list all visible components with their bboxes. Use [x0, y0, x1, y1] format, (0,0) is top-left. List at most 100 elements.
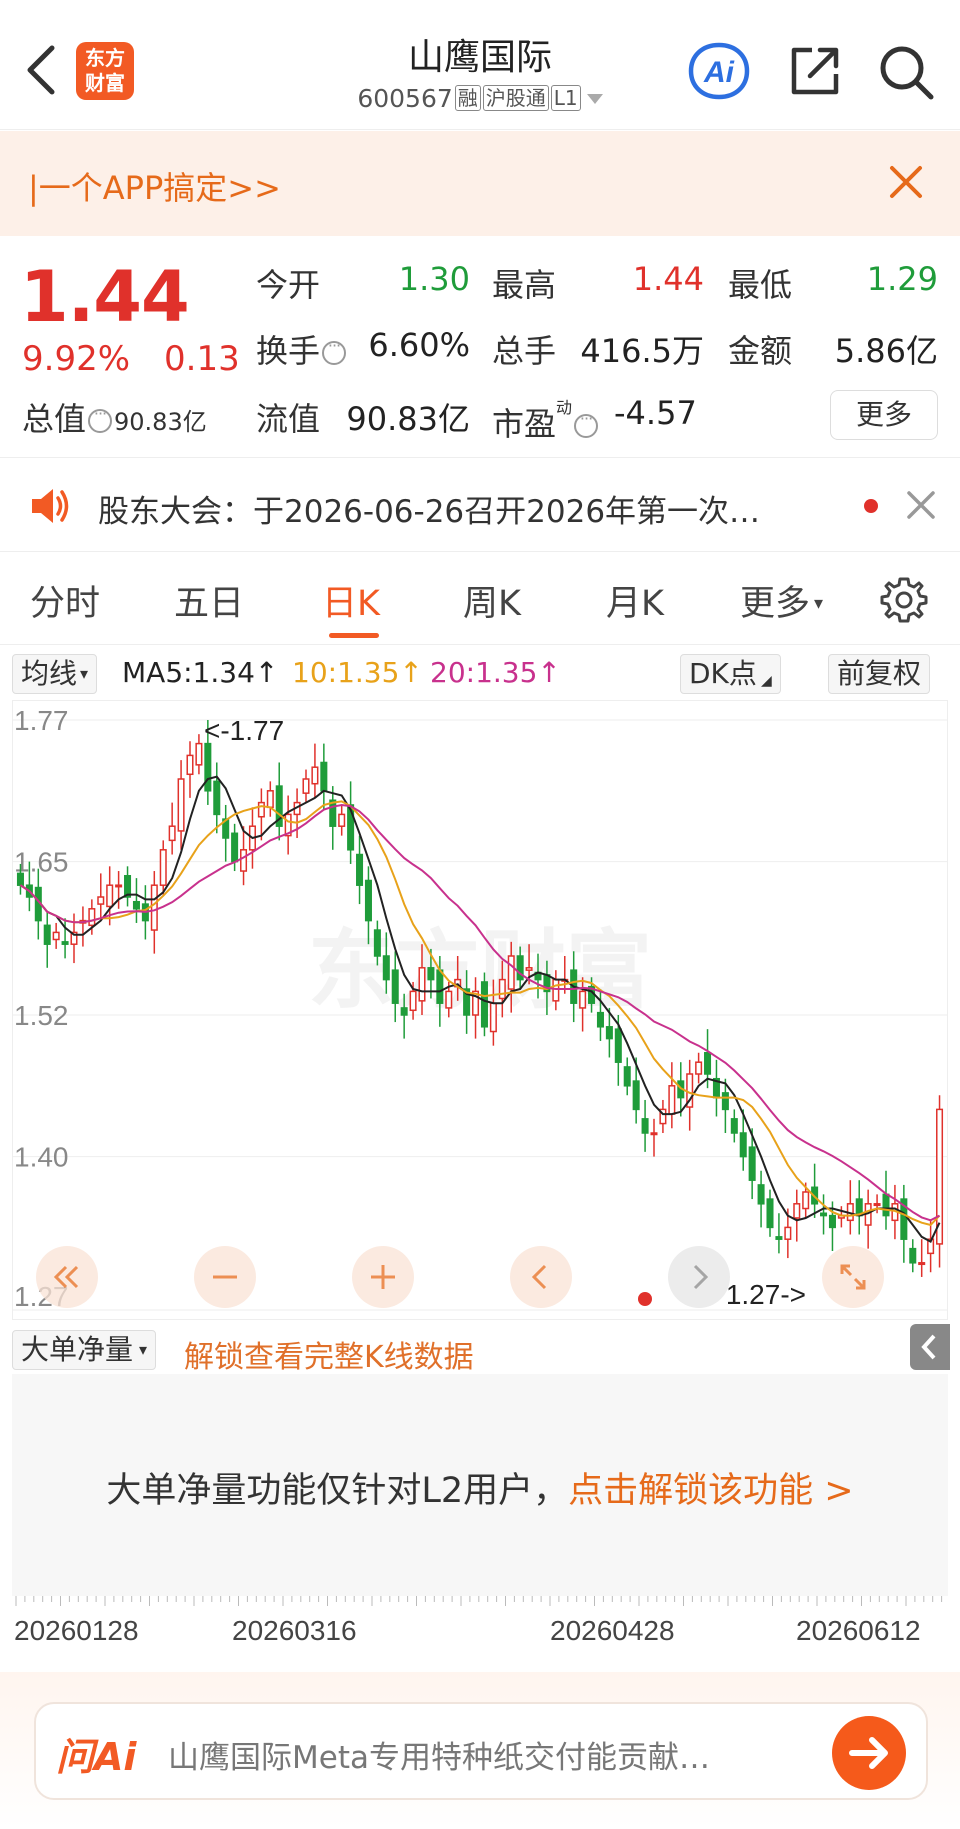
candle-up — [88, 908, 96, 927]
announcement-close-icon[interactable] — [904, 488, 938, 526]
l2-unlock-link[interactable]: 点击解锁该功能 > — [568, 1471, 853, 1511]
candle-up — [918, 1262, 926, 1266]
y-tick-label: 1.77 — [14, 705, 69, 736]
ma10-text: 10:1.35 — [292, 656, 400, 689]
ma20-value: 20:1.35↑ — [430, 656, 561, 689]
candle-down — [882, 1193, 890, 1217]
announcement-text: 股东大会：于2026-06-26召开2026年第一次… — [98, 494, 761, 530]
current-price: 1.44 — [20, 256, 190, 338]
unlock-kline-link[interactable]: 解锁查看完整K线数据 — [184, 1332, 474, 1376]
ask-ai-input[interactable]: 问Ai 山鹰国际Meta专用特种纸交付能贡献… — [34, 1702, 928, 1800]
tab-daily-k[interactable]: 日K — [322, 575, 380, 626]
candle-up — [257, 801, 265, 818]
promo-close-icon[interactable] — [888, 164, 924, 204]
dk-point-toggle[interactable]: DK点 ◢ — [680, 654, 781, 694]
candle-down — [132, 900, 140, 910]
caret-down-icon: ▾ — [80, 664, 89, 683]
candle-up — [150, 884, 158, 931]
candle-up — [552, 978, 560, 1002]
candle-down — [820, 1212, 828, 1217]
ai-assistant-button[interactable]: Ai — [688, 42, 750, 100]
ma-dropdown[interactable]: 均线 ▾ — [12, 654, 98, 694]
scroll-left-button[interactable] — [510, 1246, 572, 1308]
x-tick-label: 20260428 — [550, 1615, 675, 1646]
info-icon[interactable] — [574, 409, 599, 438]
tab-more[interactable]: 更多 ▾ — [740, 575, 823, 626]
candle-up — [668, 1085, 676, 1115]
candle-down — [231, 832, 239, 863]
turnover-value: 6.60% — [368, 326, 470, 364]
chevron-down-icon — [586, 94, 603, 104]
pe-value: -4.57 — [614, 394, 697, 432]
big-order-panel: 大单净量功能仅针对L2用户，点击解锁该功能 > — [12, 1374, 948, 1596]
tab-weekly-k[interactable]: 周K — [463, 575, 521, 626]
candle-up — [802, 1191, 810, 1210]
candle-up — [409, 990, 417, 1012]
candle-up — [106, 884, 114, 908]
info-icon[interactable] — [88, 404, 113, 433]
volume-label: 总手 — [492, 332, 557, 370]
scroll-left-fast-button[interactable] — [36, 1246, 98, 1308]
scroll-right-button[interactable] — [668, 1246, 730, 1308]
pe-label[interactable]: 市盈动 — [492, 394, 600, 445]
candle-down — [391, 969, 399, 1004]
latest-marker-dot — [638, 1292, 652, 1306]
l2-unlock-prompt: 大单净量功能仅针对L2用户，点击解锁该功能 > — [12, 1462, 948, 1513]
total-value-amount: 90.83亿 — [114, 408, 207, 436]
candle-down — [213, 780, 221, 816]
ask-ai-submit-button[interactable] — [832, 1716, 906, 1790]
tab-monthly-k[interactable]: 月K — [606, 575, 664, 626]
chart-period-tabs: 分时 五日 日K 周K 月K 更多 ▾ — [0, 553, 960, 645]
promo-banner[interactable]: |一个APP搞定>> — [0, 131, 960, 236]
ma10-value: 10:1.35↑ — [292, 656, 423, 689]
ai-button-label: Ai — [703, 56, 735, 89]
ask-ai-logo: 问Ai — [56, 1735, 137, 1779]
adjust-mode-button[interactable]: 前复权 — [828, 654, 931, 694]
total-value[interactable]: 总值 90.83亿 — [22, 394, 207, 440]
zoom-out-button[interactable] — [194, 1246, 256, 1308]
share-icon[interactable] — [788, 44, 842, 98]
settings-gear-icon[interactable] — [880, 576, 928, 624]
sub-indicator-label: 大单净量 — [21, 1333, 134, 1366]
more-quote-button[interactable]: 更多 — [830, 390, 938, 440]
ma20-text: 20:1.35 — [430, 656, 538, 689]
candle-down — [61, 941, 69, 945]
active-tab-indicator — [329, 633, 379, 638]
side-panel-toggle[interactable] — [910, 1324, 950, 1370]
daily-k-chart[interactable]: 1.771.651.521.401.27东方财富<-1.771.27-> — [12, 700, 948, 1320]
search-icon[interactable] — [876, 42, 936, 102]
candle-up — [489, 1002, 497, 1033]
candle-down — [480, 981, 488, 1028]
candle-down — [364, 879, 372, 922]
tab-more-label: 更多 — [740, 584, 811, 624]
x-tick-label: 20260128 — [14, 1615, 139, 1646]
sub-indicator-row: 大单净量 ▾ 解锁查看完整K线数据 — [0, 1324, 960, 1376]
total-value-label: 总值 — [22, 400, 87, 438]
candle-up — [115, 884, 123, 888]
caret-down-icon: ▾ — [139, 1340, 148, 1359]
sub-indicator-dropdown[interactable]: 大单净量 ▾ — [12, 1330, 157, 1370]
turnover-label[interactable]: 换手 — [256, 326, 348, 372]
announcement-bar[interactable]: 股东大会：于2026-06-26召开2026年第一次… — [0, 460, 960, 552]
zoom-in-button[interactable] — [352, 1246, 414, 1308]
tab-five-day[interactable]: 五日 — [174, 575, 244, 626]
pe-dynamic-mark: 动 — [556, 398, 573, 417]
l2-unlock-text: 大单净量功能仅针对L2用户， — [106, 1471, 569, 1511]
promo-text: |一个APP搞定>> — [28, 169, 281, 207]
caret-down-icon: ▾ — [814, 593, 824, 614]
open-value: 1.30 — [398, 260, 470, 298]
candle-down — [596, 1011, 604, 1028]
candle-down — [16, 872, 24, 886]
candle-down — [704, 1052, 712, 1075]
header: 东方 财富 山鹰国际 600567 融沪股通 L1 Ai — [0, 0, 960, 130]
max-price-annotation: <-1.77 — [204, 715, 284, 746]
fullscreen-button[interactable] — [822, 1246, 884, 1308]
amount-label: 金额 — [728, 332, 793, 370]
open-label: 今开 — [256, 266, 321, 304]
float-value-label: 流值 — [256, 400, 321, 438]
candle-down — [400, 1007, 408, 1016]
arrow-right-icon — [849, 1737, 888, 1769]
candle-down — [204, 742, 212, 792]
tab-intraday[interactable]: 分时 — [30, 575, 100, 626]
info-icon[interactable] — [322, 336, 347, 365]
